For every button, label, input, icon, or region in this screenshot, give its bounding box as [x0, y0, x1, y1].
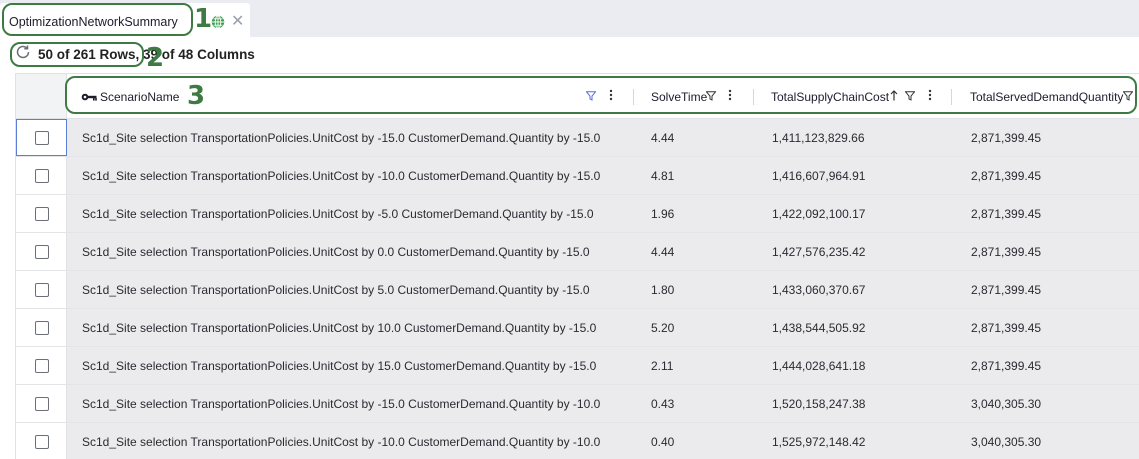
table-row[interactable]: Sc1d_Site selection TransportationPolici…: [16, 195, 1139, 233]
cell-solve-time[interactable]: 5.20: [651, 321, 674, 335]
row-select-cell[interactable]: [16, 309, 67, 346]
cell-total-served-demand-quantity[interactable]: 2,871,399.45: [971, 283, 1041, 297]
cell-total-supply-chain-cost[interactable]: 1,444,028,641.18: [772, 359, 865, 373]
cell-solve-time[interactable]: 4.44: [651, 245, 674, 259]
cell-solve-time[interactable]: 4.81: [651, 169, 674, 183]
cell-total-served-demand-quantity[interactable]: 3,040,305.30: [971, 435, 1041, 449]
cell-scenario-name[interactable]: Sc1d_Site selection TransportationPolici…: [82, 283, 590, 297]
globe-icon: [211, 15, 225, 29]
cell-scenario-name[interactable]: Sc1d_Site selection TransportationPolici…: [82, 169, 600, 183]
row-select-cell[interactable]: [16, 233, 67, 270]
filter-icon[interactable]: [586, 91, 596, 101]
filter-icon[interactable]: [905, 91, 915, 101]
table-row[interactable]: Sc1d_Site selection TransportationPolici…: [16, 385, 1139, 423]
callout-number-1: 1: [194, 4, 213, 34]
row-checkbox[interactable]: [35, 169, 49, 183]
cell-total-supply-chain-cost[interactable]: 1,411,123,829.66: [772, 131, 865, 145]
column-header-scenario-name[interactable]: ScenarioName: [67, 74, 635, 118]
cell-total-supply-chain-cost[interactable]: 1,427,576,235.42: [772, 245, 865, 259]
column-label: SolveTime: [651, 90, 708, 104]
row-checkbox[interactable]: [35, 131, 49, 145]
column-header-total-supply-chain-cost[interactable]: TotalSupplyChainCost: [754, 74, 954, 118]
cell-solve-time[interactable]: 0.40: [651, 435, 674, 449]
cell-solve-time[interactable]: 2.11: [651, 359, 673, 373]
column-menu-icon[interactable]: [728, 89, 732, 101]
row-checkbox[interactable]: [35, 397, 49, 411]
cell-solve-time[interactable]: 0.43: [651, 397, 674, 411]
cell-scenario-name[interactable]: Sc1d_Site selection TransportationPolici…: [82, 245, 590, 259]
row-checkbox[interactable]: [35, 245, 49, 259]
table-row[interactable]: Sc1d_Site selection TransportationPolici…: [16, 271, 1139, 309]
row-select-cell[interactable]: [16, 423, 67, 459]
tab-title: OptimizationNetworkSummary: [9, 15, 178, 29]
refresh-icon[interactable]: [15, 44, 31, 60]
cell-total-served-demand-quantity[interactable]: 3,040,305.30: [971, 397, 1041, 411]
row-checkbox[interactable]: [35, 435, 49, 449]
key-icon: [81, 93, 97, 101]
cell-scenario-name[interactable]: Sc1d_Site selection TransportationPolici…: [82, 321, 596, 335]
cell-total-served-demand-quantity[interactable]: 2,871,399.45: [971, 359, 1041, 373]
table-row[interactable]: Sc1d_Site selection TransportationPolici…: [16, 423, 1139, 459]
cell-total-supply-chain-cost[interactable]: 1,525,972,148.42: [772, 435, 865, 449]
row-checkbox[interactable]: [35, 359, 49, 373]
filter-icon[interactable]: [706, 91, 716, 101]
column-separator[interactable]: [951, 89, 952, 105]
row-select-cell[interactable]: [16, 195, 67, 232]
filter-icon[interactable]: [1123, 91, 1133, 101]
column-menu-icon[interactable]: [928, 89, 932, 101]
cell-solve-time[interactable]: 1.80: [651, 283, 674, 297]
tab-optimization-network-summary[interactable]: OptimizationNetworkSummary ✕: [0, 3, 250, 37]
close-icon[interactable]: ✕: [231, 12, 244, 32]
row-select-cell[interactable]: [16, 271, 67, 308]
cell-total-served-demand-quantity[interactable]: 2,871,399.45: [971, 169, 1041, 183]
grid-info-bar: 50 of 261 Rows, 39 of 48 Columns: [0, 37, 1139, 71]
table-row[interactable]: Sc1d_Site selection TransportationPolici…: [16, 157, 1139, 195]
row-select-cell[interactable]: [16, 119, 67, 156]
grid-header: ScenarioName SolveTime TotalSupplyChainC…: [16, 74, 1139, 119]
cell-total-served-demand-quantity[interactable]: 2,871,399.45: [971, 321, 1041, 335]
row-checkbox[interactable]: [35, 283, 49, 297]
cell-total-supply-chain-cost[interactable]: 1,438,544,505.92: [772, 321, 865, 335]
column-header-solve-time[interactable]: SolveTime: [636, 74, 754, 118]
row-select-cell[interactable]: [16, 157, 67, 194]
column-header-total-served-demand-quantity[interactable]: TotalServedDemandQuantity: [954, 74, 1139, 118]
sort-ascending-icon[interactable]: [890, 90, 898, 101]
cell-solve-time[interactable]: 4.44: [651, 131, 674, 145]
row-select-cell[interactable]: [16, 385, 67, 422]
callout-number-3: 3: [187, 81, 206, 111]
cell-scenario-name[interactable]: Sc1d_Site selection TransportationPolici…: [82, 435, 600, 449]
row-checkbox[interactable]: [35, 321, 49, 335]
tab-strip: OptimizationNetworkSummary ✕: [0, 0, 1139, 37]
callout-number-2: 2: [146, 43, 165, 73]
cell-scenario-name[interactable]: Sc1d_Site selection TransportationPolici…: [82, 397, 600, 411]
data-grid: ScenarioName SolveTime TotalSupplyChainC…: [15, 73, 1139, 459]
cell-scenario-name[interactable]: Sc1d_Site selection TransportationPolici…: [82, 359, 596, 373]
cell-solve-time[interactable]: 1.96: [651, 207, 674, 221]
cell-scenario-name[interactable]: Sc1d_Site selection TransportationPolici…: [82, 207, 594, 221]
column-label: TotalSupplyChainCost: [771, 90, 890, 104]
cell-total-served-demand-quantity[interactable]: 2,871,399.45: [971, 245, 1041, 259]
cell-scenario-name[interactable]: Sc1d_Site selection TransportationPolici…: [82, 131, 600, 145]
column-label: TotalServedDemandQuantity: [970, 90, 1124, 104]
cell-total-supply-chain-cost[interactable]: 1,416,607,964.91: [772, 169, 865, 183]
cell-total-supply-chain-cost[interactable]: 1,433,060,370.67: [772, 283, 865, 297]
table-row[interactable]: Sc1d_Site selection TransportationPolici…: [16, 309, 1139, 347]
column-menu-icon[interactable]: [609, 89, 613, 101]
cell-total-supply-chain-cost[interactable]: 1,422,092,100.17: [772, 207, 865, 221]
table-row[interactable]: Sc1d_Site selection TransportationPolici…: [16, 347, 1139, 385]
row-checkbox[interactable]: [35, 207, 49, 221]
grid-body: Sc1d_Site selection TransportationPolici…: [16, 119, 1139, 459]
cell-total-supply-chain-cost[interactable]: 1,520,158,247.38: [772, 397, 865, 411]
column-separator[interactable]: [633, 89, 634, 105]
table-row[interactable]: Sc1d_Site selection TransportationPolici…: [16, 119, 1139, 157]
cell-total-served-demand-quantity[interactable]: 2,871,399.45: [971, 207, 1041, 221]
row-select-cell[interactable]: [16, 347, 67, 384]
column-label: ScenarioName: [100, 90, 180, 104]
cell-total-served-demand-quantity[interactable]: 2,871,399.45: [971, 131, 1041, 145]
table-row[interactable]: Sc1d_Site selection TransportationPolici…: [16, 233, 1139, 271]
select-all-column[interactable]: [16, 74, 67, 118]
